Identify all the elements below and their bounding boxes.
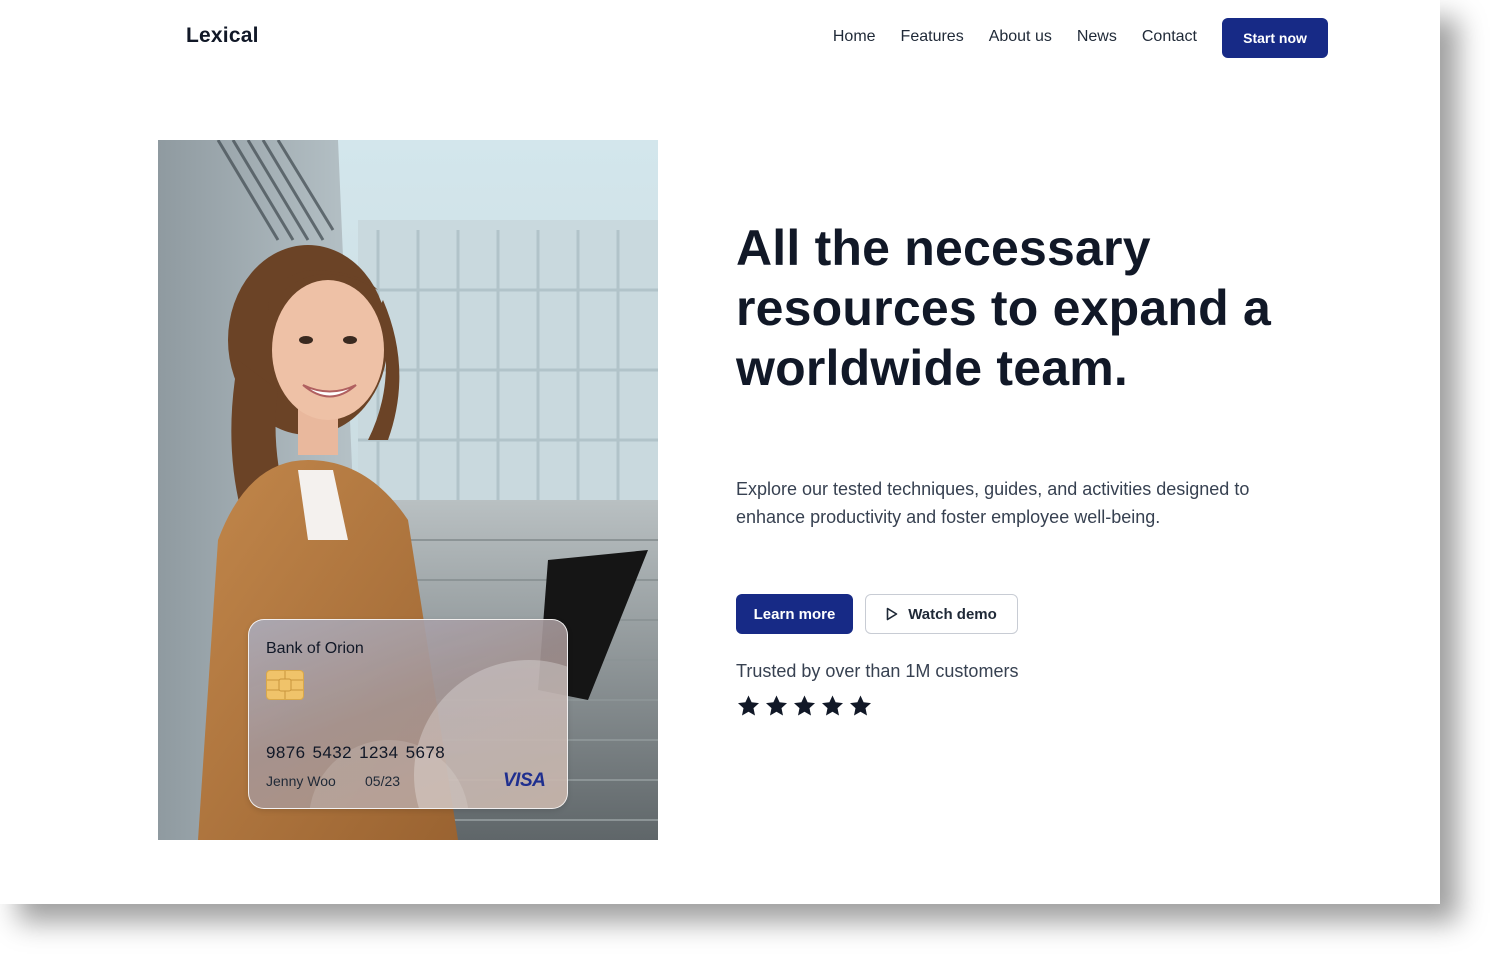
watch-demo-button[interactable]: Watch demo <box>865 594 1018 634</box>
nav-home[interactable]: Home <box>833 28 876 46</box>
star-icon <box>792 694 817 718</box>
chip-icon <box>266 670 304 700</box>
trusted-text: Trusted by over than 1M customers <box>736 661 1019 681</box>
star-icon <box>736 694 761 718</box>
credit-card: Bank of Orion 9876 5432 1234 5678 Jenny … <box>248 619 568 809</box>
card-bank-name: Bank of Orion <box>266 640 364 657</box>
watch-demo-label: Watch demo <box>908 605 997 623</box>
nav-features[interactable]: Features <box>901 28 964 46</box>
nav-news[interactable]: News <box>1077 28 1117 46</box>
main-nav: Home Features About us News Contact <box>808 28 1197 46</box>
nav-contact[interactable]: Contact <box>1142 28 1197 46</box>
nav-about-us[interactable]: About us <box>989 28 1052 46</box>
hero-headline: All the necessary resources to expand a … <box>736 220 1271 396</box>
start-now-button[interactable]: Start now <box>1222 18 1328 58</box>
landing-page: Lexical Home Features About us News Cont… <box>0 0 1440 904</box>
visa-logo: VISA <box>503 770 546 791</box>
star-icon <box>820 694 845 718</box>
card-holder-name: Jenny Woo <box>266 773 336 789</box>
learn-more-button[interactable]: Learn more <box>736 594 853 634</box>
card-expiry: 05/23 <box>365 773 401 789</box>
star-icon <box>764 694 789 718</box>
play-icon <box>886 607 898 621</box>
logo[interactable]: Lexical <box>186 24 259 48</box>
hero-subtext: Explore our tested techniques, guides, a… <box>736 479 1250 527</box>
star-icon <box>848 694 873 718</box>
card-number: 9876 5432 1234 5678 <box>266 743 446 762</box>
rating-stars <box>736 694 873 718</box>
